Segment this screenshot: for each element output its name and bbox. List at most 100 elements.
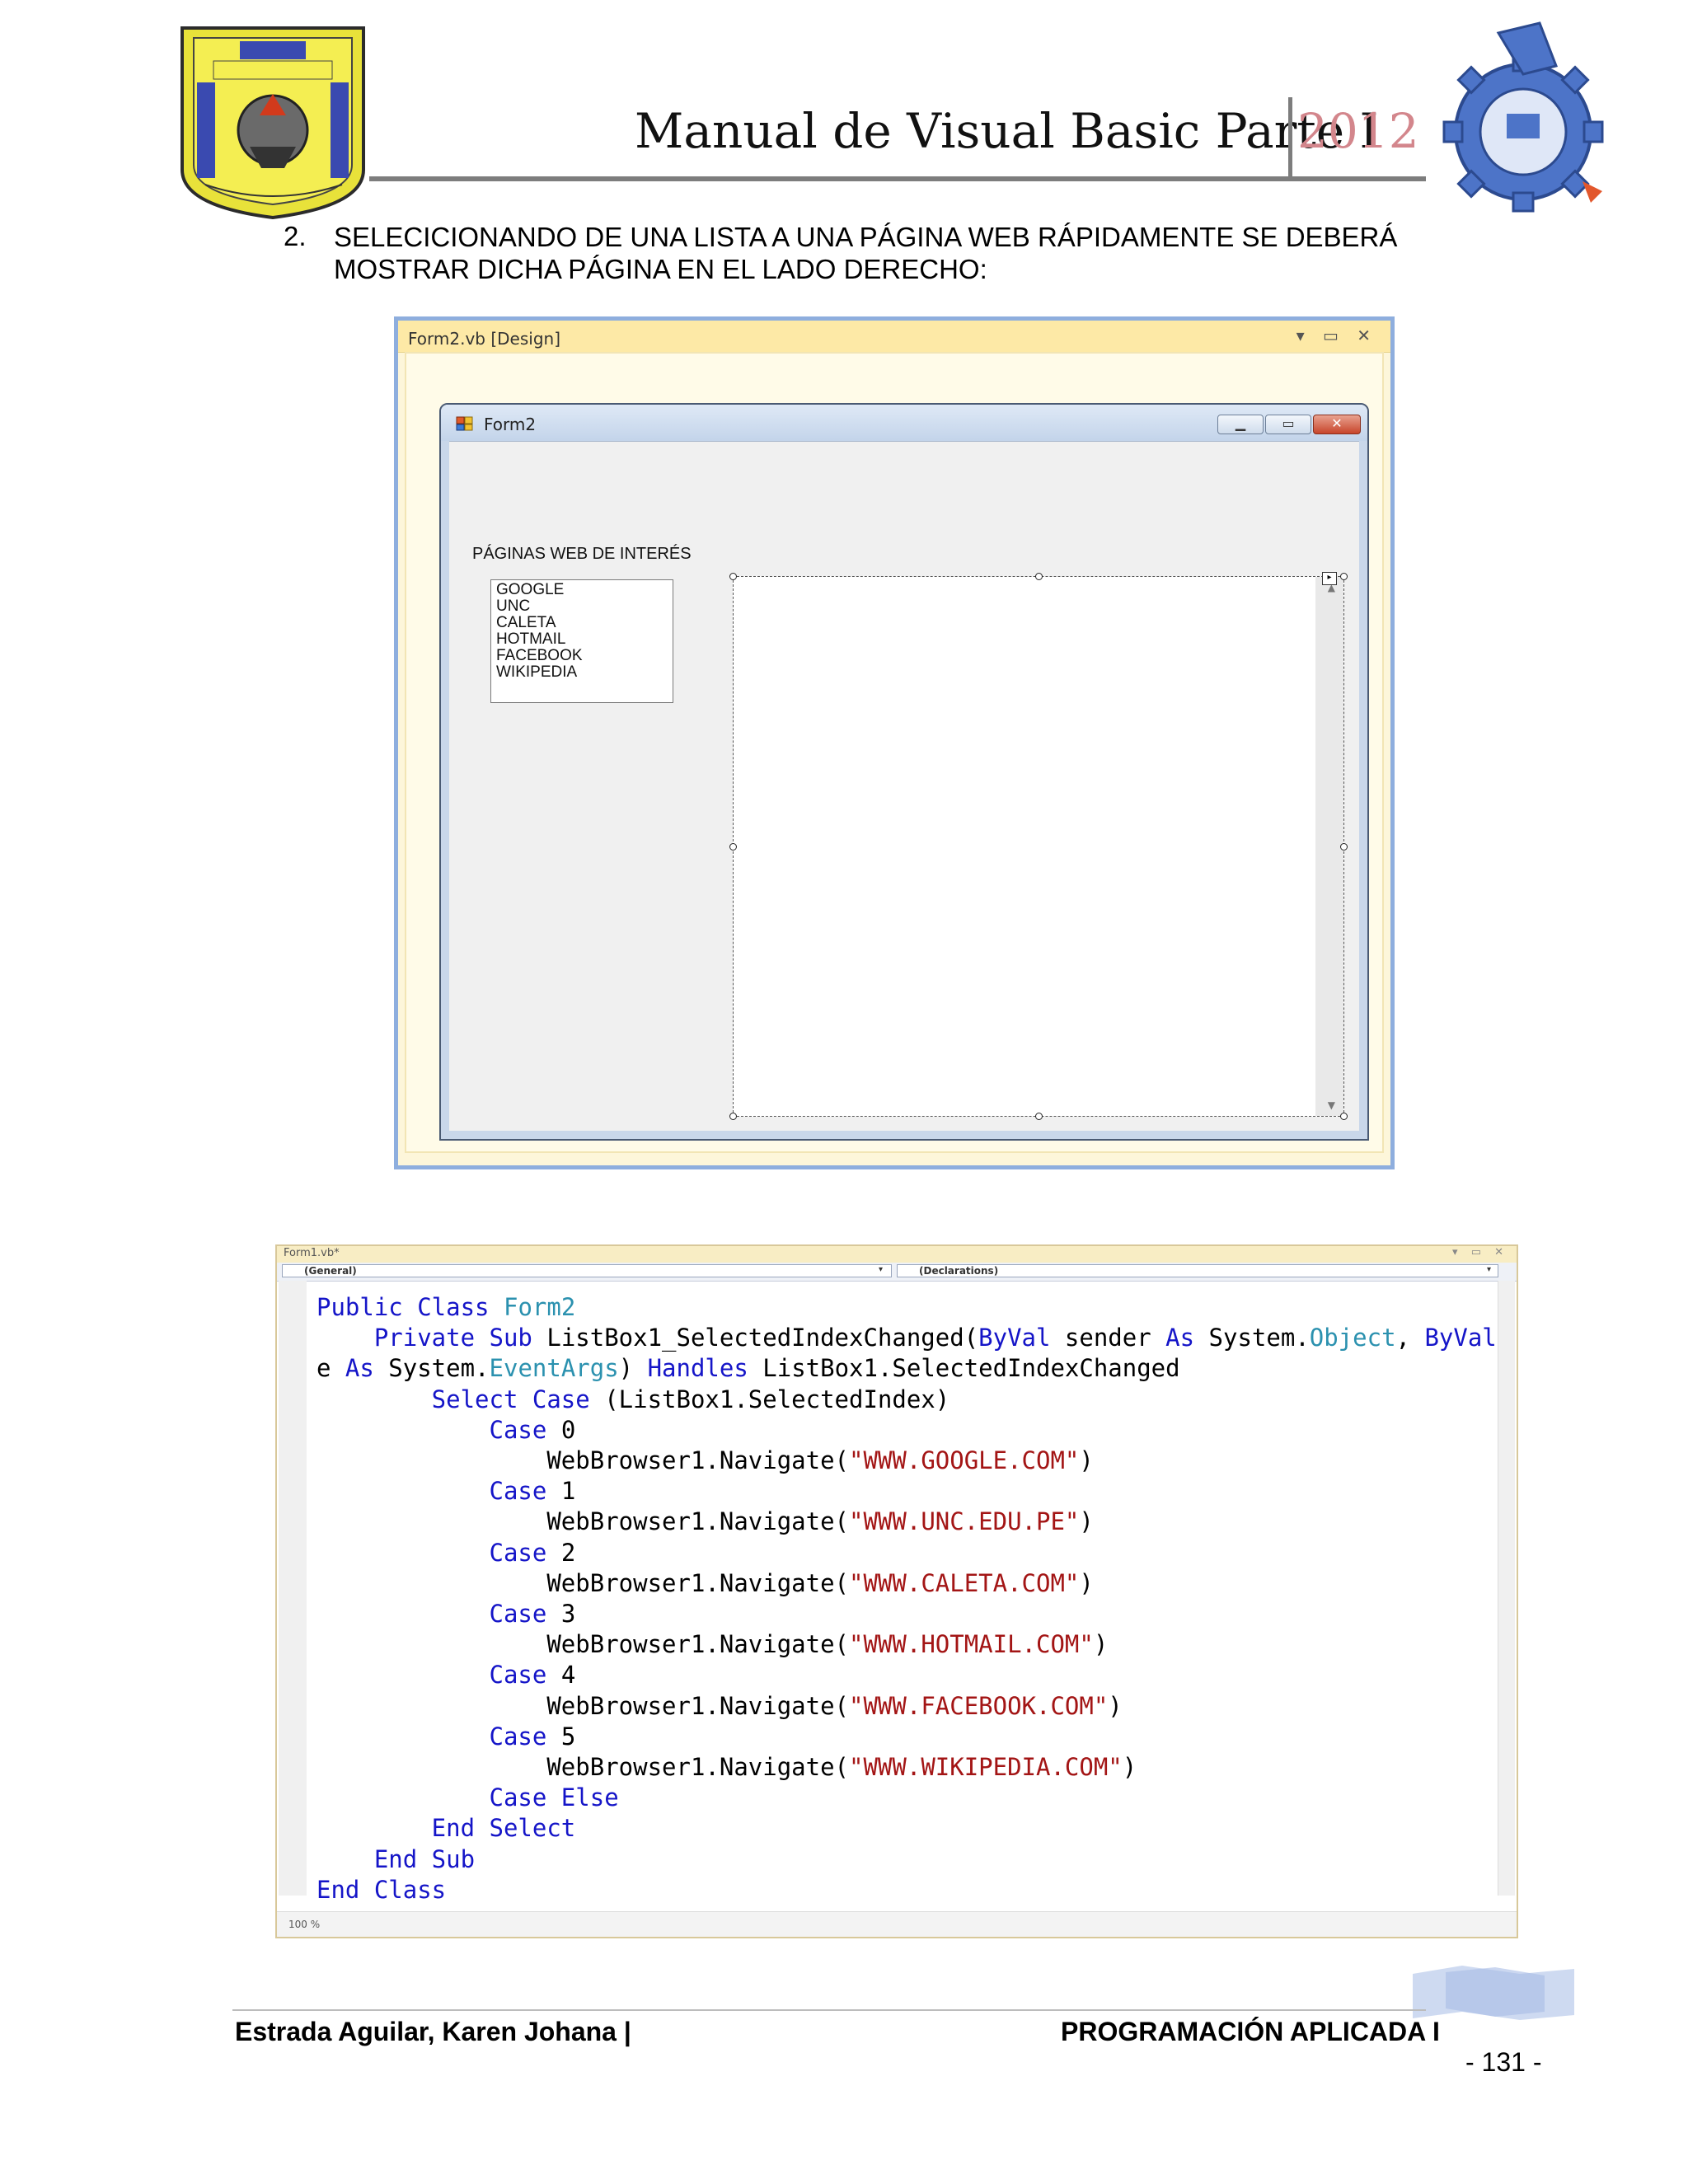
code-token: ) xyxy=(1079,1507,1094,1536)
code-token: System. xyxy=(1194,1324,1310,1352)
form-app-icon xyxy=(456,416,473,431)
code-token: Select Case xyxy=(316,1385,590,1413)
editor-window-controls-icon[interactable]: ▾ ▭ ✕ xyxy=(1452,1246,1508,1258)
listbox-item[interactable]: CALETA xyxy=(496,615,668,631)
code-token: WebBrowser1.Navigate( xyxy=(316,1507,850,1536)
code-token: Case xyxy=(316,1661,547,1690)
footer-decoration xyxy=(1413,1966,1574,2022)
chevron-down-icon[interactable]: ▾ xyxy=(1487,1265,1491,1274)
editor-gutter xyxy=(279,1281,307,1896)
webbrowser-scrollbar[interactable]: ▲ ▼ xyxy=(1315,577,1343,1116)
code-token: End Sub xyxy=(316,1844,476,1873)
code-token: As xyxy=(345,1354,374,1383)
class-name-dropdown[interactable]: (General) xyxy=(282,1264,892,1277)
listbox-item[interactable]: HOTMAIL xyxy=(496,631,668,648)
form-designer-screenshot: Form2.vb [Design] ▾ ▭ ✕ Form2 ▁ ▭ ✕ PÁGI… xyxy=(394,316,1395,1169)
code-token: Case xyxy=(316,1415,547,1444)
code-token: Private Sub xyxy=(316,1324,547,1352)
code-token: ByVal xyxy=(1424,1324,1497,1352)
code-token: Case xyxy=(316,1600,547,1629)
combo-left-label: (General) xyxy=(304,1265,357,1277)
header-year: 2012 xyxy=(1297,103,1419,159)
webbrowser1-control[interactable]: ▲ ▼ ▸ xyxy=(729,572,1348,1120)
resize-handle-icon[interactable] xyxy=(729,843,737,851)
code-token: ByVal xyxy=(978,1324,1051,1352)
code-token: ListBox1_SelectedIndexChanged( xyxy=(546,1324,979,1352)
code-token: "WWW.FACEBOOK.COM" xyxy=(849,1691,1109,1720)
code-block[interactable]: Public Class Form2 Private Sub ListBox1_… xyxy=(316,1292,1503,1905)
code-token: Case Else xyxy=(316,1783,619,1812)
resize-handle-icon[interactable] xyxy=(1340,1113,1348,1120)
list-item-text: SELECICIONANDO DE UNA LISTA A UNA PÁGINA… xyxy=(334,222,1398,284)
listbox-item[interactable]: UNC xyxy=(496,598,668,615)
code-token: 1 xyxy=(546,1477,576,1506)
code-line: e As System.EventArgs) Handles ListBox1.… xyxy=(316,1354,1180,1382)
code-token: ) xyxy=(618,1354,648,1383)
code-token: 4 xyxy=(546,1661,576,1690)
scroll-down-icon[interactable]: ▼ xyxy=(1328,1099,1335,1111)
code-line: End Select xyxy=(316,1814,576,1843)
code-line: Private Sub ListBox1_SelectedIndexChange… xyxy=(316,1324,1497,1352)
editor-tab[interactable]: Form1.vb* ▾ ▭ ✕ xyxy=(277,1246,1517,1263)
code-token: ListBox1.SelectedIndexChanged xyxy=(748,1354,1180,1383)
page-number: - 131 - xyxy=(1465,2047,1542,2077)
resize-handle-icon[interactable] xyxy=(1035,1113,1043,1120)
code-token: ) xyxy=(1108,1691,1123,1720)
form2-window[interactable]: Form2 ▁ ▭ ✕ PÁGINAS WEB DE INTERÉS GOOGL… xyxy=(439,403,1369,1141)
footer-rule xyxy=(232,2009,1426,2011)
code-token: Form2 xyxy=(503,1293,576,1321)
code-token: WebBrowser1.Navigate( xyxy=(316,1691,850,1720)
listbox-item[interactable]: WIKIPEDIA xyxy=(496,664,668,681)
code-line: WebBrowser1.Navigate("WWW.GOOGLE.COM") xyxy=(316,1446,1094,1474)
header-rule xyxy=(369,176,1426,181)
designer-window-controls-icon[interactable]: ▾ ▭ ✕ xyxy=(1296,326,1377,345)
minimize-icon[interactable]: ▁ xyxy=(1217,415,1264,434)
code-line: Public Class Form2 xyxy=(316,1293,575,1321)
code-token: WebBrowser1.Navigate( xyxy=(316,1630,850,1659)
code-token: 0 xyxy=(546,1415,576,1444)
maximize-icon[interactable]: ▭ xyxy=(1265,415,1311,434)
resize-handle-icon[interactable] xyxy=(729,573,737,580)
resize-handle-icon[interactable] xyxy=(1035,573,1043,580)
code-token: As xyxy=(1165,1324,1195,1352)
code-token: sender xyxy=(1050,1324,1166,1352)
close-icon[interactable]: ✕ xyxy=(1313,415,1361,434)
designer-tab[interactable]: Form2.vb [Design] ▾ ▭ ✕ xyxy=(398,321,1390,353)
code-token: "WWW.HOTMAIL.COM" xyxy=(849,1630,1094,1659)
code-token: WebBrowser1.Navigate( xyxy=(316,1446,850,1475)
chevron-down-icon[interactable]: ▾ xyxy=(879,1265,883,1274)
code-token: End Select xyxy=(316,1814,576,1843)
code-line: Select Case (ListBox1.SelectedIndex) xyxy=(316,1385,950,1413)
listbox-item[interactable]: FACEBOOK xyxy=(496,648,668,664)
footer-course: PROGRAMACIÓN APLICADA I xyxy=(1061,2017,1440,2046)
code-token: Object xyxy=(1309,1324,1396,1352)
paginas-label: PÁGINAS WEB DE INTERÉS xyxy=(472,545,692,563)
resize-handle-icon[interactable] xyxy=(1340,843,1348,851)
editor-status-bar: 100 % xyxy=(277,1911,1517,1937)
code-token: "WWW.CALETA.COM" xyxy=(849,1568,1080,1597)
resize-handle-icon[interactable] xyxy=(1340,573,1348,580)
form-border-bottom xyxy=(441,1131,1367,1139)
form2-titlebar[interactable]: Form2 ▁ ▭ ✕ xyxy=(441,405,1367,442)
code-token: EventArgs xyxy=(489,1354,619,1383)
combo-right-label: (Declarations) xyxy=(919,1265,999,1277)
method-name-dropdown[interactable]: (Declarations) xyxy=(897,1264,1498,1277)
code-token: Case xyxy=(316,1722,547,1750)
code-line: Case 0 xyxy=(316,1415,576,1444)
code-line: Case Else xyxy=(316,1783,619,1811)
resize-handle-icon[interactable] xyxy=(729,1113,737,1120)
code-token: , xyxy=(1395,1324,1425,1352)
code-token: ) xyxy=(1079,1568,1094,1597)
code-token: Case xyxy=(316,1538,547,1567)
listbox1[interactable]: GOOGLE UNC CALETA HOTMAIL FACEBOOK WIKIP… xyxy=(490,579,673,703)
listbox-item[interactable]: GOOGLE xyxy=(496,582,668,598)
smart-tag-icon[interactable]: ▸ xyxy=(1322,572,1337,585)
zoom-level[interactable]: 100 % xyxy=(288,1919,320,1930)
header-separator xyxy=(1288,97,1292,176)
designer-canvas: Form2 ▁ ▭ ✕ PÁGINAS WEB DE INTERÉS GOOGL… xyxy=(405,352,1384,1153)
code-token: "WWW.GOOGLE.COM" xyxy=(849,1446,1080,1475)
designer-tab-label: Form2.vb [Design] xyxy=(408,329,561,349)
systems-engineering-gear-logo xyxy=(1441,16,1606,223)
code-token: WebBrowser1.Navigate( xyxy=(316,1568,850,1597)
code-line: Case 3 xyxy=(316,1600,576,1629)
